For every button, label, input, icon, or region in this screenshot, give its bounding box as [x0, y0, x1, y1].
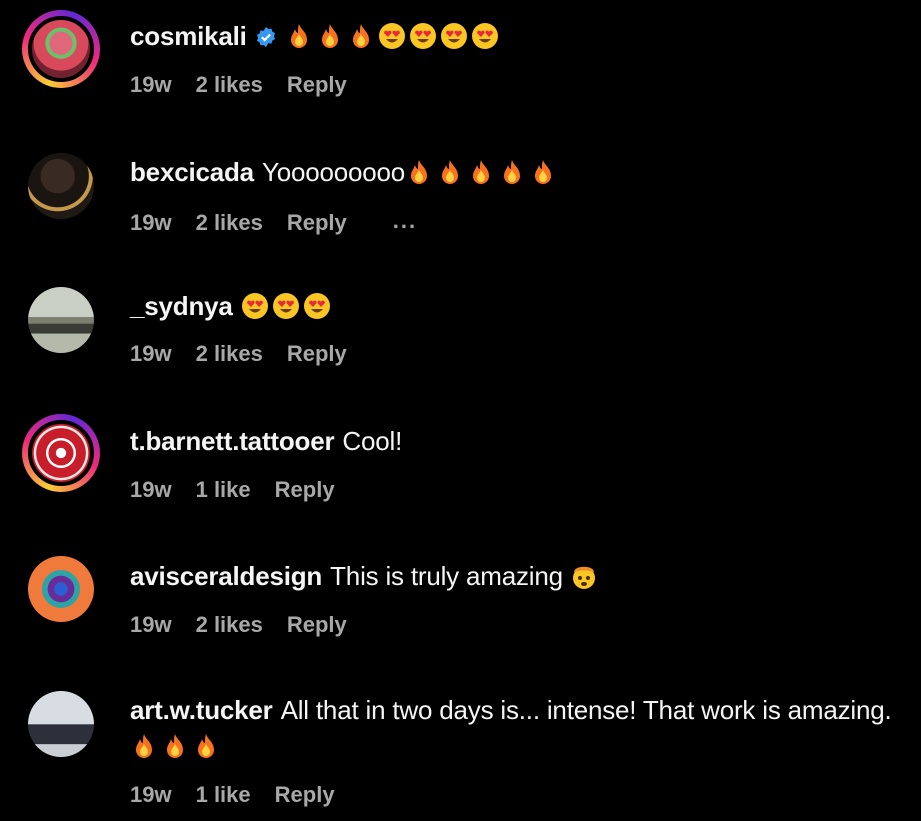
- comment-emojis: [285, 21, 502, 51]
- likes-count[interactable]: 2 likes: [196, 72, 263, 97]
- comment-emojis: [405, 157, 560, 187]
- more-options-button[interactable]: ...: [393, 208, 417, 234]
- fire-emoji-icon: [498, 158, 526, 186]
- heart-eyes-emoji-icon: [241, 292, 269, 320]
- comment-text: All that in two days is... intense! That…: [280, 695, 892, 725]
- fire-emoji-icon: [436, 158, 464, 186]
- fire-emoji-icon: [192, 732, 220, 760]
- fire-emoji-icon: [405, 158, 433, 186]
- username[interactable]: cosmikali: [130, 21, 247, 51]
- comment-age: 19w: [130, 782, 172, 807]
- reply-button[interactable]: Reply: [275, 782, 335, 807]
- fire-emoji-icon: [130, 732, 158, 760]
- comment-age: 19w: [130, 72, 172, 97]
- heart-eyes-emoji-icon: [440, 22, 468, 50]
- comment-text: Cool!: [342, 426, 403, 456]
- username[interactable]: art.w.tucker: [130, 695, 273, 725]
- heart-eyes-emoji-icon: [272, 292, 300, 320]
- fire-emoji-icon: [316, 22, 344, 50]
- avatar[interactable]: [28, 287, 94, 353]
- avatar[interactable]: [28, 691, 94, 757]
- likes-count[interactable]: 2 likes: [196, 210, 263, 235]
- exploding-head-emoji-icon: [570, 562, 598, 590]
- comment-emojis: [570, 561, 601, 591]
- comment-text: This is truly amazing: [330, 561, 563, 591]
- likes-count[interactable]: 1 like: [196, 782, 251, 807]
- comment-emojis: [130, 731, 223, 761]
- heart-eyes-emoji-icon: [378, 22, 406, 50]
- reply-button[interactable]: Reply: [287, 341, 347, 366]
- avatar[interactable]: [28, 16, 94, 82]
- comment-age: 19w: [130, 210, 172, 235]
- username[interactable]: bexcicada: [130, 157, 254, 187]
- avatar[interactable]: [28, 153, 94, 219]
- username[interactable]: t.barnett.tattooer: [130, 426, 335, 456]
- comment-age: 19w: [130, 477, 172, 502]
- comment-age: 19w: [130, 341, 172, 366]
- comment-text: Yooooooooo: [261, 157, 406, 187]
- likes-count[interactable]: 2 likes: [196, 341, 263, 366]
- heart-eyes-emoji-icon: [471, 22, 499, 50]
- likes-count[interactable]: 2 likes: [196, 612, 263, 637]
- story-ring[interactable]: [22, 10, 100, 88]
- reply-button[interactable]: Reply: [287, 72, 347, 97]
- username[interactable]: avisceraldesign: [130, 561, 322, 591]
- heart-eyes-emoji-icon: [409, 22, 437, 50]
- heart-eyes-emoji-icon: [303, 292, 331, 320]
- fire-emoji-icon: [161, 732, 189, 760]
- verified-badge-icon: [256, 26, 275, 48]
- reply-button[interactable]: Reply: [287, 210, 347, 235]
- likes-count[interactable]: 1 like: [196, 477, 251, 502]
- username[interactable]: _sydnya: [130, 291, 233, 321]
- fire-emoji-icon: [529, 158, 557, 186]
- reply-button[interactable]: Reply: [287, 612, 347, 637]
- comment-emojis: [241, 291, 334, 321]
- fire-emoji-icon: [467, 158, 495, 186]
- fire-emoji-icon: [347, 22, 375, 50]
- avatar[interactable]: [28, 556, 94, 622]
- fire-emoji-icon: [285, 22, 313, 50]
- story-ring[interactable]: [22, 414, 100, 492]
- comment-age: 19w: [130, 612, 172, 637]
- avatar[interactable]: [28, 420, 94, 486]
- reply-button[interactable]: Reply: [275, 477, 335, 502]
